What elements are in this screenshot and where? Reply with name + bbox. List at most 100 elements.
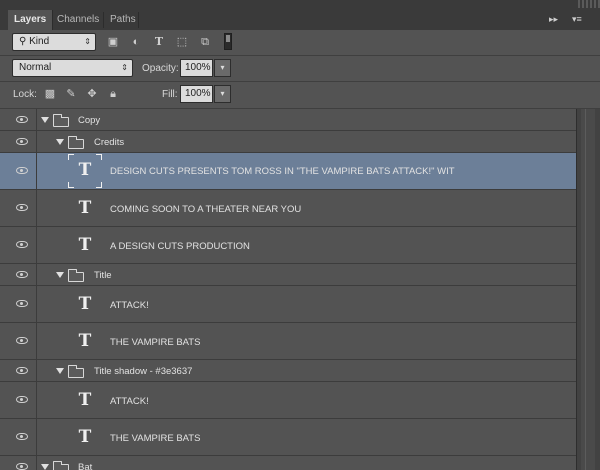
visibility-toggle[interactable] — [0, 227, 37, 263]
visibility-toggle[interactable] — [0, 131, 37, 152]
smart-object-filter-icon[interactable]: ⧉ — [198, 35, 212, 49]
blend-mode-value: Normal — [19, 62, 52, 73]
chevron-updown-icon: ⇕ — [84, 37, 91, 46]
visibility-toggle[interactable] — [0, 323, 37, 359]
opacity-label: Opacity: — [142, 63, 179, 74]
shape-filter-icon[interactable]: ⬚ — [175, 35, 189, 49]
eye-icon — [16, 337, 28, 344]
lock-transparent-pixels-icon[interactable]: ▩ — [43, 87, 57, 101]
eye-icon — [16, 167, 28, 174]
eye-icon — [16, 396, 28, 403]
tab-paths[interactable]: Paths — [104, 10, 142, 30]
folder-icon — [68, 136, 84, 149]
text-layer-icon: T — [78, 235, 92, 255]
fill-dropdown-button[interactable]: ▾ — [214, 85, 231, 103]
layer-text-row[interactable]: T THE VAMPIRE BATS — [0, 419, 576, 456]
panel-grip — [578, 0, 600, 8]
scrollbar-thumb[interactable] — [581, 109, 595, 470]
eye-icon — [16, 463, 28, 470]
opacity-input[interactable]: 100% — [180, 59, 213, 77]
disclosure-triangle-icon[interactable] — [56, 368, 64, 374]
type-filter-icon[interactable]: T — [152, 35, 166, 49]
visibility-toggle[interactable] — [0, 286, 37, 322]
folder-icon — [68, 269, 84, 282]
layer-name: ATTACK! — [110, 396, 149, 407]
visibility-toggle[interactable] — [0, 382, 37, 418]
tab-channels[interactable]: Channels — [51, 10, 105, 30]
text-layer-icon: T — [78, 331, 92, 351]
scrollbar-track-line — [585, 109, 586, 470]
eye-icon — [16, 433, 28, 440]
filter-kind-select[interactable]: ⚲ Kind ⇕ — [12, 33, 96, 51]
eye-icon — [16, 300, 28, 307]
layer-text-row[interactable]: T A DESIGN CUTS PRODUCTION — [0, 227, 576, 264]
panel-menu-icon[interactable]: ▾≡ — [572, 12, 582, 26]
eye-icon — [16, 204, 28, 211]
opacity-dropdown-button[interactable]: ▾ — [214, 59, 231, 77]
layer-name: THE VAMPIRE BATS — [110, 337, 201, 348]
collapse-panel-icon[interactable]: ▸▸ — [549, 12, 558, 26]
filter-toggle-switch[interactable] — [224, 33, 232, 50]
layers-list: Copy Credits T DESIGN CUTS PRESENTS TOM … — [0, 109, 576, 470]
eye-icon — [16, 116, 28, 123]
layer-text-row[interactable]: T THE VAMPIRE BATS — [0, 323, 576, 360]
layer-group-row[interactable]: Bat — [0, 456, 576, 470]
visibility-toggle[interactable] — [0, 109, 37, 130]
disclosure-triangle-icon[interactable] — [41, 117, 49, 123]
layer-name: COMING SOON TO A THEATER NEAR YOU — [110, 204, 302, 215]
folder-icon — [53, 461, 69, 470]
text-layer-icon: T — [78, 390, 92, 410]
lock-label: Lock: — [13, 89, 37, 100]
tab-layers[interactable]: Layers — [8, 10, 54, 30]
eye-icon — [16, 138, 28, 145]
lock-all-icon[interactable]: 🔒︎ — [106, 87, 120, 101]
layer-group-row[interactable]: Copy — [0, 109, 576, 131]
panel-tab-bar: Layers Channels Paths ▸▸ ▾≡ — [0, 0, 600, 30]
tab-divider — [138, 12, 139, 28]
visibility-toggle[interactable] — [0, 264, 37, 285]
visibility-toggle[interactable] — [0, 190, 37, 226]
eye-icon — [16, 241, 28, 248]
layer-text-row[interactable]: T ATTACK! — [0, 382, 576, 419]
visibility-toggle[interactable] — [0, 153, 37, 189]
lock-image-pixels-icon[interactable]: ✎ — [64, 87, 78, 101]
layer-group-row[interactable]: Title — [0, 264, 576, 286]
layer-name: DESIGN CUTS PRESENTS TOM ROSS IN "THE VA… — [110, 166, 455, 177]
eye-icon — [16, 367, 28, 374]
chevron-updown-icon: ⇕ — [121, 63, 128, 72]
layer-name: ATTACK! — [110, 300, 149, 311]
blend-mode-select[interactable]: Normal ⇕ — [12, 59, 133, 77]
disclosure-triangle-icon[interactable] — [56, 139, 64, 145]
visibility-toggle[interactable] — [0, 360, 37, 381]
fill-input[interactable]: 100% — [180, 85, 213, 103]
folder-icon — [53, 114, 69, 127]
folder-icon — [68, 365, 84, 378]
text-layer-icon: T — [78, 198, 92, 218]
adjustment-filter-icon[interactable]: ◐ — [129, 35, 143, 49]
layer-name: THE VAMPIRE BATS — [110, 433, 201, 444]
lock-position-icon[interactable]: ✥ — [85, 87, 99, 101]
text-layer-icon: T — [78, 160, 92, 180]
text-layer-icon: T — [78, 427, 92, 447]
layer-group-row[interactable]: Title shadow - #3e3637 — [0, 360, 576, 382]
layer-group-row[interactable]: Credits — [0, 131, 576, 153]
layer-name: Credits — [94, 137, 125, 148]
layers-scrollbar[interactable] — [576, 109, 600, 470]
layer-name: Copy — [78, 115, 101, 126]
layer-text-row[interactable]: T COMING SOON TO A THEATER NEAR YOU — [0, 190, 576, 227]
visibility-toggle[interactable] — [0, 456, 37, 470]
layer-text-row[interactable]: T ATTACK! — [0, 286, 576, 323]
layer-name: A DESIGN CUTS PRODUCTION — [110, 241, 250, 252]
layer-text-row-selected[interactable]: T DESIGN CUTS PRESENTS TOM ROSS IN "THE … — [0, 153, 576, 190]
eye-icon — [16, 271, 28, 278]
divider — [0, 81, 600, 82]
search-icon: ⚲ — [19, 36, 30, 47]
disclosure-triangle-icon[interactable] — [41, 464, 49, 470]
layer-name: Title — [94, 270, 112, 281]
layer-name: Bat — [78, 462, 93, 470]
text-layer-icon: T — [78, 294, 92, 314]
image-filter-icon[interactable]: ▣ — [106, 35, 120, 49]
visibility-toggle[interactable] — [0, 419, 37, 455]
disclosure-triangle-icon[interactable] — [56, 272, 64, 278]
layer-name: Title shadow - #3e3637 — [94, 366, 193, 377]
